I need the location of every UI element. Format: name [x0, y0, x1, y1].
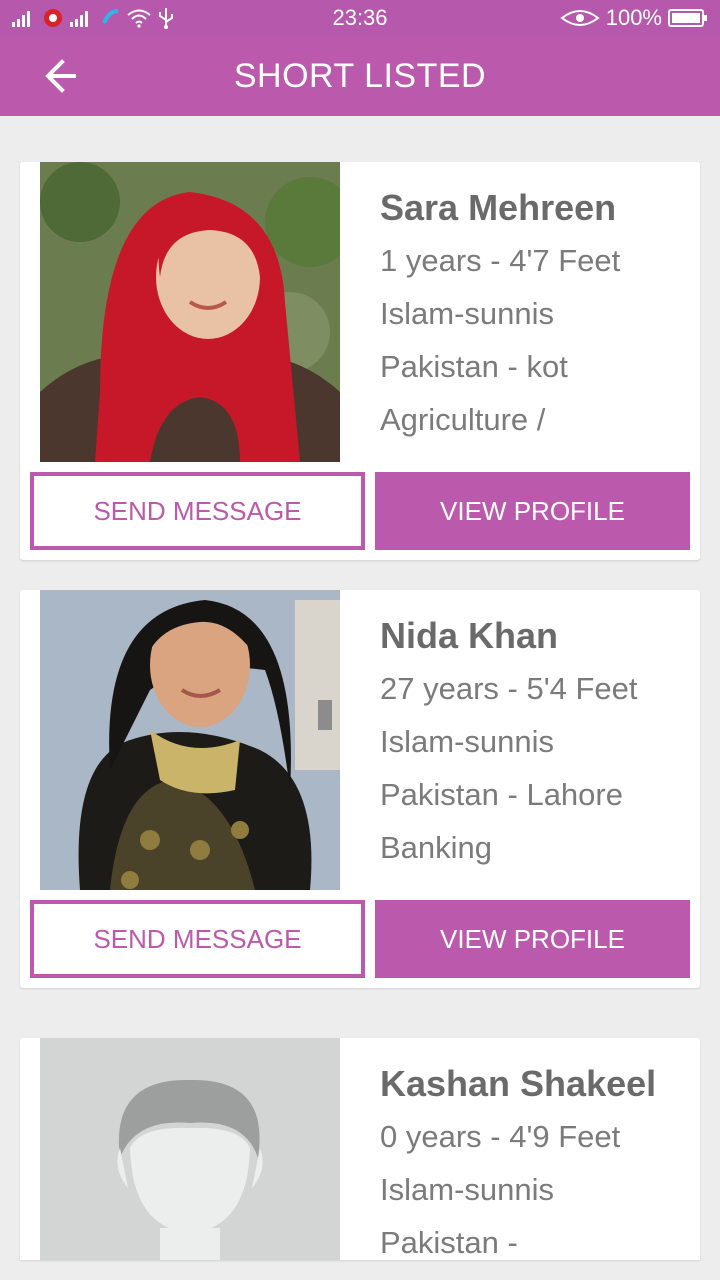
eye-icon: [560, 10, 600, 26]
profile-age-height: 1 years - 4'7 Feet: [380, 243, 621, 278]
profile-age-height: 0 years - 4'9 Feet: [380, 1119, 621, 1154]
profile-name: Kashan Shakeel: [380, 1063, 657, 1104]
profile-location: Pakistan - Lahore: [380, 777, 623, 812]
profile-photo[interactable]: [40, 162, 340, 462]
profile-info: Sara Mehreen 1 years - 4'7 Feet Islam-su…: [380, 182, 690, 446]
profile-photo-placeholder[interactable]: [40, 1038, 340, 1260]
profile-age-height: 27 years - 5'4 Feet: [380, 671, 638, 706]
profile-info: Nida Khan 27 years - 5'4 Feet Islam-sunn…: [380, 610, 690, 874]
profile-location: Pakistan - kot: [380, 349, 568, 384]
profile-card: Nida Khan 27 years - 5'4 Feet Islam-sunn…: [20, 590, 700, 988]
profile-religion: Islam-sunnis: [380, 724, 554, 759]
battery-icon: [668, 9, 707, 27]
profile-card: Sara Mehreen 1 years - 4'7 Feet Islam-su…: [20, 162, 700, 560]
view-profile-button[interactable]: VIEW PROFILE: [375, 472, 690, 550]
profile-name: Nida Khan: [380, 615, 559, 656]
profile-location: Pakistan -: [380, 1225, 518, 1260]
battery-percent: 100%: [605, 5, 662, 30]
send-message-button[interactable]: SEND MESSAGE: [30, 900, 365, 978]
profile-name: Sara Mehreen: [380, 187, 617, 228]
send-message-button[interactable]: SEND MESSAGE: [30, 472, 365, 550]
profile-card: Kashan Shakeel 0 years - 4'9 Feet Islam-…: [20, 1038, 700, 1260]
app-bar: SHORT LISTED: [0, 36, 720, 116]
avatar-placeholder-icon: [40, 1038, 340, 1260]
profile-profession: Banking: [380, 830, 493, 865]
profile-info: Kashan Shakeel 0 years - 4'9 Feet Islam-…: [380, 1058, 690, 1269]
profile-religion: Islam-sunnis: [380, 1172, 554, 1207]
view-profile-button[interactable]: VIEW PROFILE: [375, 900, 690, 978]
page-title: SHORT LISTED: [233, 57, 487, 95]
status-icons-right: 100%: [560, 0, 708, 36]
profile-photo[interactable]: [40, 590, 340, 890]
status-bar: 23:36 100%: [0, 0, 720, 36]
profile-profession: Agriculture /: [380, 402, 546, 437]
profile-religion: Islam-sunnis: [380, 296, 554, 331]
